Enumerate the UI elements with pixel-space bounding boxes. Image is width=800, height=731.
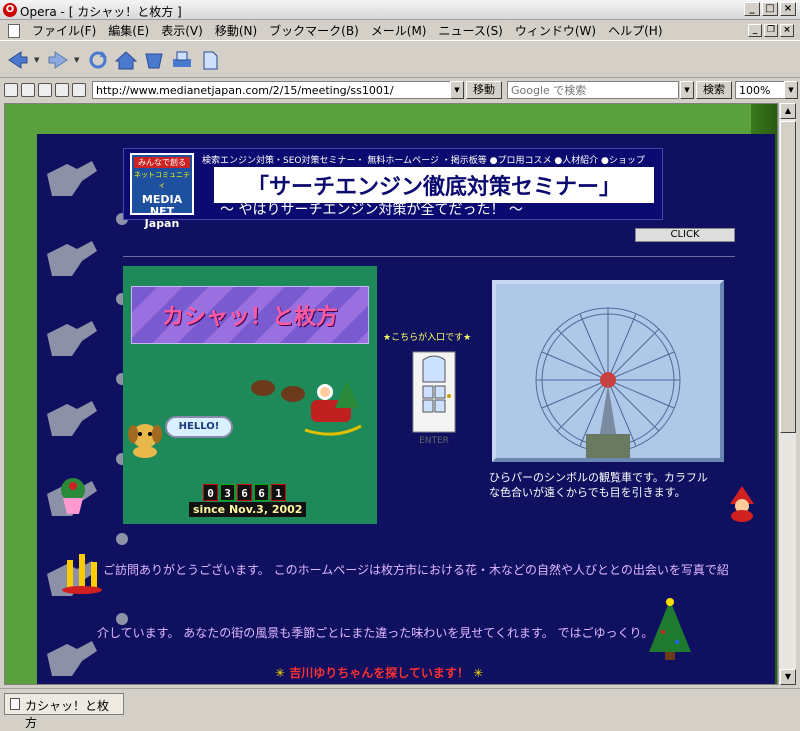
home-button[interactable] [114,48,138,72]
lock-icon[interactable] [38,83,52,97]
visitor-counter: 0 3 6 6 1 [203,484,286,501]
intro-text-2: 介しています。 あなたの街の風景も季節ごとにまた違った味わいを見せてくれます。 … [97,626,654,640]
zoom-dropdown[interactable]: ▼ [784,81,798,99]
site-title-box: カシャッ！と枚方 HELLO! 0 3 6 6 1 since Nov.3, 2… [123,266,377,524]
page-viewport: みんなで創る ネットコミュニティ MEDIA NET Japan 検索エンジン対… [4,103,778,685]
site-title: カシャッ！と枚方 [161,305,338,330]
site-title-banner: カシャッ！と枚方 [131,286,369,344]
page-tab-icon [10,698,20,710]
photo-caption: ひらパーのシンボルの観覧車です。カラフル な色合いが遠くからでも目を引きます。 [489,471,708,499]
page-info-icon[interactable] [55,83,69,97]
back-arrow-icon [8,50,28,69]
new-page-button[interactable] [198,48,222,72]
missing-person-notice[interactable]: ✳ 吉川ゆりちゃんを探しています！ ✳ [275,664,483,681]
scroll-up-button[interactable]: ▲ [780,103,796,119]
page-tab-title: カシャッ！と枚方 [25,699,110,730]
counter-digit: 0 [203,484,218,501]
search-engine-dropdown[interactable]: ▼ [680,81,694,99]
santa-sleigh-icon [251,380,362,436]
close-button[interactable]: × [780,2,796,16]
counter-digit: 3 [220,484,235,501]
back-history-dropdown[interactable]: ▼ [34,56,42,64]
bell-ornament-icon [61,478,85,514]
santa-icon [730,486,754,522]
page-tab[interactable]: カシャッ！と枚方 [4,693,124,730]
opera-logo-icon: O [3,3,17,17]
intro-text: ご訪問ありがとうございます。 このホームページは枚方市における花・木などの自然や… [103,563,729,577]
forward-button[interactable] [46,48,70,72]
status-bar: カシャッ！と枚方 [0,688,800,730]
menu-news[interactable]: ニュース(S) [432,22,508,39]
banner-headline: 「サーチエンジン徹底対策セミナー」 [214,167,654,203]
document-icon [8,23,20,38]
scroll-down-button[interactable]: ▼ [780,669,796,685]
banner-subtitle: 〜 やはりサーチエンジン対策が全てだった！ 〜 [220,202,523,218]
since-date: since Nov.3, 2002 [189,502,307,517]
menu-window[interactable]: ウィンドウ(W) [509,22,602,39]
hello-speech-bubble: HELLO! [165,416,233,438]
menu-help[interactable]: ヘルプ(H) [602,22,668,39]
menu-edit[interactable]: 編集(E) [102,22,155,39]
banner-click-button[interactable]: CLICK [635,228,735,242]
title-bar: O Opera - [ カシャッ！と枚方 ] _ □ × [0,0,800,20]
go-button[interactable]: 移動 [466,81,502,99]
enter-door-link[interactable]: ENTER [409,350,459,446]
home-icon [115,50,137,69]
doc-minimize-button[interactable]: _ [748,24,762,37]
seminar-banner-ad[interactable]: みんなで創る ネットコミュニティ MEDIA NET Japan 検索エンジン対… [123,148,663,230]
ferris-wheel-photo [492,280,724,462]
zoom-field[interactable] [735,81,785,99]
hotlist-button[interactable] [142,48,166,72]
menu-view[interactable]: 表示(V) [155,22,209,39]
menu-navigate[interactable]: 移動(N) [209,22,263,39]
scroll-thumb[interactable] [780,121,796,433]
forward-history-dropdown[interactable]: ▼ [74,56,82,64]
bookmark-page-icon[interactable] [72,83,86,97]
reindeer-sleigh-decoration [47,161,128,676]
maximize-button[interactable]: □ [762,2,778,16]
back-button[interactable] [6,48,30,72]
menu-file[interactable]: ファイル(F) [26,22,102,39]
doc-restore-button[interactable]: ❐ [764,24,778,37]
print-button[interactable] [170,48,194,72]
doc-close-button[interactable]: × [780,24,794,37]
hotlist-icon [145,53,163,68]
reload-button[interactable] [86,48,110,72]
menu-mail[interactable]: メール(M) [365,22,433,39]
minimize-button[interactable]: _ [744,2,760,16]
enter-label: ENTER [419,436,449,446]
entrance-label: ★こちらが入口です★ [383,333,472,343]
address-toolbar: ▼ 移動 ▼ 検索 ▼ [0,79,800,101]
window-title: Opera - [ カシャッ！と枚方 ] [20,5,182,19]
cookie-icon[interactable] [21,83,35,97]
new-page-icon [203,51,218,69]
reload-icon [89,50,107,68]
address-history-dropdown[interactable]: ▼ [450,81,464,99]
search-field[interactable] [507,81,679,99]
search-button[interactable]: 検索 [696,81,732,99]
counter-digit: 1 [271,484,286,501]
address-field[interactable] [92,81,464,99]
vertical-scrollbar[interactable]: ▲ ▼ [778,103,796,685]
divider [123,256,735,257]
media-net-japan-logo: みんなで創る ネットコミュニティ MEDIA NET Japan [130,153,194,230]
forward-arrow-icon [48,50,68,69]
navigation-toolbar: ▼ ▼ [0,42,800,78]
menu-bookmarks[interactable]: ブックマーク(B) [263,22,365,39]
candles-icon [62,554,102,594]
menu-bar: ファイル(F) 編集(E) 表示(V) 移動(N) ブックマーク(B) メール(… [0,21,800,41]
counter-digit: 6 [254,484,269,501]
security-icon[interactable] [4,83,18,97]
counter-digit: 6 [237,484,252,501]
puppy-icon [128,424,162,458]
printer-icon [173,51,191,67]
banner-links: 検索エンジン対策・SEO対策セミナー・ 無料ホームページ ・掲示板等 ●プロ用コ… [202,156,645,166]
